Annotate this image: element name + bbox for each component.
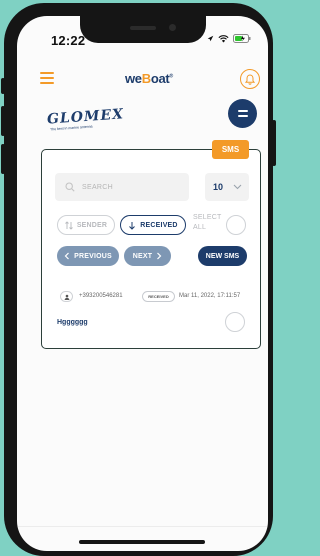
status-time: 12:22 (51, 33, 86, 48)
next-button[interactable]: NEXT (124, 246, 171, 266)
previous-button[interactable]: PREVIOUS (57, 246, 119, 266)
sender-filter-button[interactable]: SENDER (57, 215, 115, 235)
brand-logo: weBoat® (125, 71, 173, 86)
sms-tab[interactable]: SMS (212, 140, 249, 159)
status-icons (207, 34, 251, 43)
wifi-icon (218, 34, 229, 43)
camera (169, 24, 176, 31)
select-all-label: SELECT ALL (193, 214, 222, 231)
search-input[interactable]: SEARCH (55, 173, 189, 201)
message-checkbox[interactable] (225, 312, 245, 332)
phone-frame: 12:22 weBoat® GLOMEX The best in marine … (4, 3, 273, 556)
person-icon (60, 291, 73, 302)
home-indicator[interactable] (79, 540, 205, 544)
sender-filter-label: SENDER (76, 221, 108, 229)
message-text: Hgggggg (57, 319, 88, 326)
app-header: weBoat® (17, 56, 268, 89)
page-size-select[interactable]: 10 (205, 173, 249, 201)
sort-icon (64, 220, 73, 230)
chevron-left-icon (64, 252, 70, 260)
search-icon (65, 182, 75, 192)
received-filter-label: RECEIVED (140, 221, 178, 229)
select-all-checkbox[interactable] (226, 215, 246, 235)
status-badge: RECEIVED (142, 291, 175, 302)
notch (80, 16, 206, 43)
location-icon (207, 35, 214, 42)
chevron-down-icon (233, 184, 242, 190)
menu-icon[interactable] (40, 72, 54, 84)
new-sms-button[interactable]: NEW SMS (198, 246, 247, 266)
options-menu-button[interactable] (228, 99, 257, 128)
page-size-value: 10 (213, 182, 224, 192)
next-label: NEXT (132, 252, 153, 260)
bottom-divider (17, 526, 268, 527)
message-phone: +393200546281 (79, 293, 123, 299)
previous-label: PREVIOUS (74, 252, 112, 260)
speaker (130, 26, 156, 30)
bell-icon[interactable] (240, 69, 260, 89)
message-date: Mar 11, 2022, 17:11:57 (179, 293, 241, 299)
chevron-right-icon (157, 252, 162, 260)
battery-icon (233, 34, 251, 43)
search-placeholder: SEARCH (82, 183, 113, 191)
phone-screen: 12:22 weBoat® GLOMEX The best in marine … (17, 16, 268, 551)
arrow-down-icon (129, 221, 136, 230)
received-filter-button[interactable]: RECEIVED (120, 215, 186, 235)
